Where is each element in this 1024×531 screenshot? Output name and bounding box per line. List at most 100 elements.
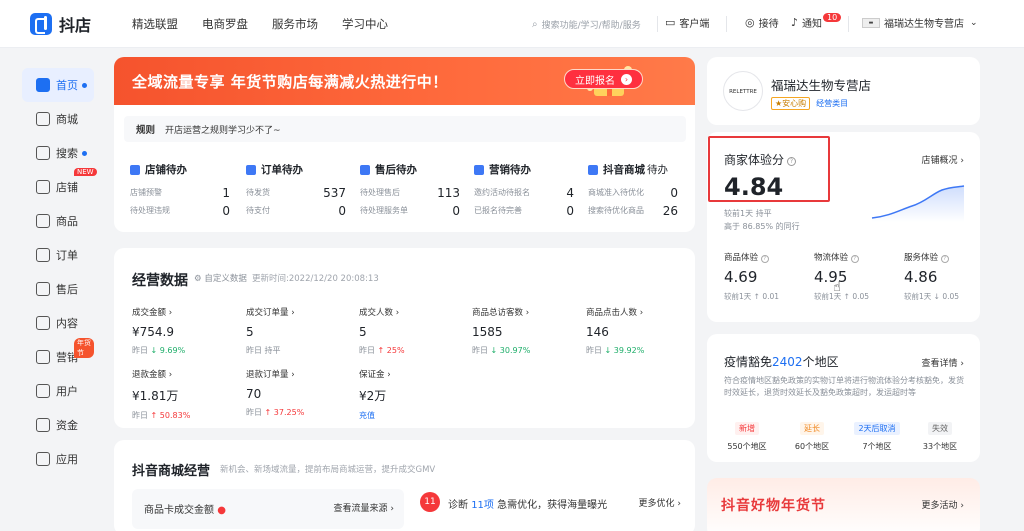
todo-value: 4 bbox=[566, 185, 574, 200]
epidemic-stat-label: 失效 bbox=[928, 422, 952, 435]
todo-row[interactable]: 待处理售后 113 bbox=[360, 186, 460, 200]
client-button[interactable]: ▭ 客户端 bbox=[665, 15, 709, 30]
todo-row[interactable]: 已报名待完善 0 bbox=[474, 204, 574, 218]
epidemic-detail-link[interactable]: 查看详情 › bbox=[922, 356, 964, 369]
sub-experience-label: 服务体验 ? bbox=[904, 251, 984, 263]
metric-compare[interactable]: 充值 bbox=[359, 410, 464, 421]
metric[interactable]: 成交人数 › 5 昨日 ↑ 25% bbox=[359, 306, 464, 356]
sub-experience[interactable]: 商品体验 ? 4.69 较前1天 ↑ 0.01 bbox=[724, 251, 804, 302]
sidebar-item-label: 应用 bbox=[56, 453, 78, 466]
search-input[interactable]: ⌕ 搜索功能/学习/帮助/服务 bbox=[532, 14, 662, 34]
experience-compare: 较前1天 持平 bbox=[724, 209, 772, 218]
sidebar-item-label: 店铺 bbox=[56, 181, 78, 194]
rule-text: 开店运营之规则学习少不了~ bbox=[165, 125, 281, 136]
nav-item-market[interactable]: 服务市场 bbox=[272, 16, 318, 32]
sidebar-icon bbox=[36, 418, 50, 432]
todo-icon bbox=[474, 164, 484, 175]
nav-item-compass[interactable]: 电商罗盘 bbox=[202, 16, 248, 32]
todo-row[interactable]: 邀约活动待报名 4 bbox=[474, 185, 574, 200]
sidebar-tag: 年货节 bbox=[74, 338, 94, 358]
more-optimize-link[interactable]: 更多优化 › bbox=[639, 496, 681, 509]
metric-label: 成交订单量 › bbox=[246, 308, 295, 318]
epidemic-stat[interactable]: 2天后取消 7个地区 bbox=[847, 421, 907, 452]
sidebar-tag: NEW bbox=[74, 168, 97, 176]
metric[interactable]: 保证金 › ¥2万 充值 bbox=[359, 368, 464, 421]
nav-item-learning[interactable]: 学习中心 bbox=[342, 16, 388, 32]
logo[interactable]: 抖店 bbox=[30, 12, 120, 36]
todo-row[interactable]: 待发货 537 bbox=[246, 186, 346, 200]
todo-head[interactable]: 店铺待办 bbox=[130, 162, 230, 177]
sidebar-item[interactable]: 商城 bbox=[22, 102, 94, 136]
metric-value: 146 bbox=[586, 325, 609, 339]
new-year-promo-card[interactable]: 抖音好物年货节 更多活动 › bbox=[707, 478, 980, 531]
category-link[interactable]: 经营类目 bbox=[816, 98, 848, 109]
sub-experience[interactable]: 服务体验 ? 4.86 较前1天 ↓ 0.05 bbox=[904, 251, 984, 302]
sidebar-item[interactable]: 商品 bbox=[22, 204, 94, 238]
sub-experience[interactable]: 物流体验 ? 4.95 较前1天 ↑ 0.05 bbox=[814, 251, 894, 302]
todo-row[interactable]: 搜索待优化商品 26 bbox=[588, 204, 678, 218]
traffic-source-link[interactable]: 查看流量来源 › bbox=[334, 501, 394, 514]
reception-button[interactable]: ◎ 接待 bbox=[745, 15, 779, 30]
todo-group: 抖音商城 待办 商城准入待优化 0 搜索待优化商品 26 bbox=[588, 162, 678, 218]
custom-data-link[interactable]: ⚙ 自定义数据 bbox=[194, 272, 247, 284]
metric-compare: 昨日 ↑ 25% bbox=[359, 346, 405, 355]
sign-up-button[interactable]: 立即报名 › bbox=[564, 69, 643, 89]
update-time: 更新时间:2022/12/20 20:08:13 bbox=[252, 274, 379, 284]
epidemic-stat[interactable]: 新增 550个地区 bbox=[717, 421, 777, 452]
sidebar-icon bbox=[36, 282, 50, 296]
help-icon[interactable]: ? bbox=[760, 255, 769, 263]
nav-item-union[interactable]: 精选联盟 bbox=[132, 16, 178, 32]
epidemic-stat[interactable]: 失效 33个地区 bbox=[910, 421, 970, 452]
metric[interactable]: 成交订单量 › 5 昨日 持平 bbox=[246, 306, 351, 356]
sidebar-item[interactable]: 店铺 NEW bbox=[22, 168, 97, 204]
custom-data-label: 自定义数据 bbox=[204, 274, 247, 284]
epidemic-card: 疫情豁免2402个地区 查看详情 › 符合疫情地区豁免政策的实物订单将进行物流体… bbox=[707, 334, 980, 462]
monitor-icon: ▭ bbox=[665, 16, 676, 29]
metric[interactable]: 成交金额 › ¥754.9 昨日 ↓ 9.69% bbox=[132, 306, 237, 356]
sidebar-item[interactable]: 用户 bbox=[22, 374, 94, 408]
metric[interactable]: 退款订单量 › 70 昨日 ↑ 37.25% bbox=[246, 368, 351, 418]
sidebar-item[interactable]: 首页 bbox=[22, 68, 94, 102]
todo-value: 1 bbox=[222, 185, 230, 200]
todo-icon bbox=[246, 164, 256, 175]
metric[interactable]: 退款金额 › ¥1.81万 昨日 ↑ 50.83% bbox=[132, 368, 237, 421]
sidebar-icon bbox=[36, 146, 50, 160]
shop-selector[interactable]: ▬ 福瑞达生物专营店 ⌄ bbox=[862, 15, 978, 30]
promo-banner[interactable]: 全域流量专享 年货节购店每满减火热进行中！ 立即报名 › bbox=[114, 57, 695, 105]
todo-row[interactable]: 待支付 0 bbox=[246, 203, 346, 218]
todo-value: 0 bbox=[338, 203, 346, 218]
todo-head[interactable]: 售后待办 bbox=[360, 162, 460, 177]
shop-logo-icon: ▬ bbox=[862, 17, 880, 28]
todo-title: 抖音商城 bbox=[603, 164, 645, 176]
notice-count-badge: 10 bbox=[823, 13, 842, 22]
shop-avatar[interactable]: RELETTRE bbox=[723, 71, 763, 111]
todo-head[interactable]: 订单待办 bbox=[246, 162, 346, 177]
shop-overview-link[interactable]: 店铺概况 › bbox=[922, 153, 964, 166]
sidebar-item[interactable]: 内容 bbox=[22, 306, 94, 340]
notice-label: 通知 bbox=[802, 19, 823, 30]
todo-row[interactable]: 待处理服务单 0 bbox=[360, 204, 460, 218]
sidebar-item[interactable]: 资金 bbox=[22, 408, 94, 442]
epidemic-stat[interactable]: 延长 60个地区 bbox=[782, 421, 842, 452]
sidebar-item[interactable]: 应用 bbox=[22, 442, 94, 476]
help-icon[interactable]: ? bbox=[850, 255, 859, 263]
sidebar-item[interactable]: 营销 年货节 bbox=[22, 338, 94, 374]
shop-selector-name: 福瑞达生物专营店 bbox=[884, 19, 964, 30]
rule-notice[interactable]: 规则 开店运营之规则学习少不了~ bbox=[124, 116, 686, 142]
todo-row[interactable]: 商城准入待优化 0 bbox=[588, 186, 678, 200]
todo-head[interactable]: 营销待办 bbox=[474, 162, 574, 177]
help-icon[interactable]: ? bbox=[940, 255, 949, 263]
shop-header-card: RELETTRE 福瑞达生物专营店 ★安心购 经营类目 bbox=[707, 57, 980, 125]
top-nav: 精选联盟 电商罗盘 服务市场 学习中心 bbox=[132, 16, 412, 32]
sidebar-item[interactable]: 订单 bbox=[22, 238, 94, 272]
metric[interactable]: 商品总访客数 › 1585 昨日 ↓ 30.97% bbox=[472, 306, 577, 356]
metric[interactable]: 商品点击人数 › 146 昨日 ↓ 39.92% bbox=[586, 306, 691, 356]
todo-head[interactable]: 抖音商城 待办 bbox=[588, 162, 678, 177]
sidebar-item[interactable]: 售后 bbox=[22, 272, 94, 306]
more-activities-link[interactable]: 更多活动 › bbox=[922, 498, 964, 511]
notice-button[interactable]: ♪ 通知 10 bbox=[791, 13, 842, 30]
sidebar-item[interactable]: 搜索 bbox=[22, 136, 94, 170]
todo-row[interactable]: 待处理违规 0 bbox=[130, 204, 230, 218]
todo-row[interactable]: 店铺预警 1 bbox=[130, 185, 230, 200]
todo-title-extra: 待办 bbox=[647, 164, 668, 176]
